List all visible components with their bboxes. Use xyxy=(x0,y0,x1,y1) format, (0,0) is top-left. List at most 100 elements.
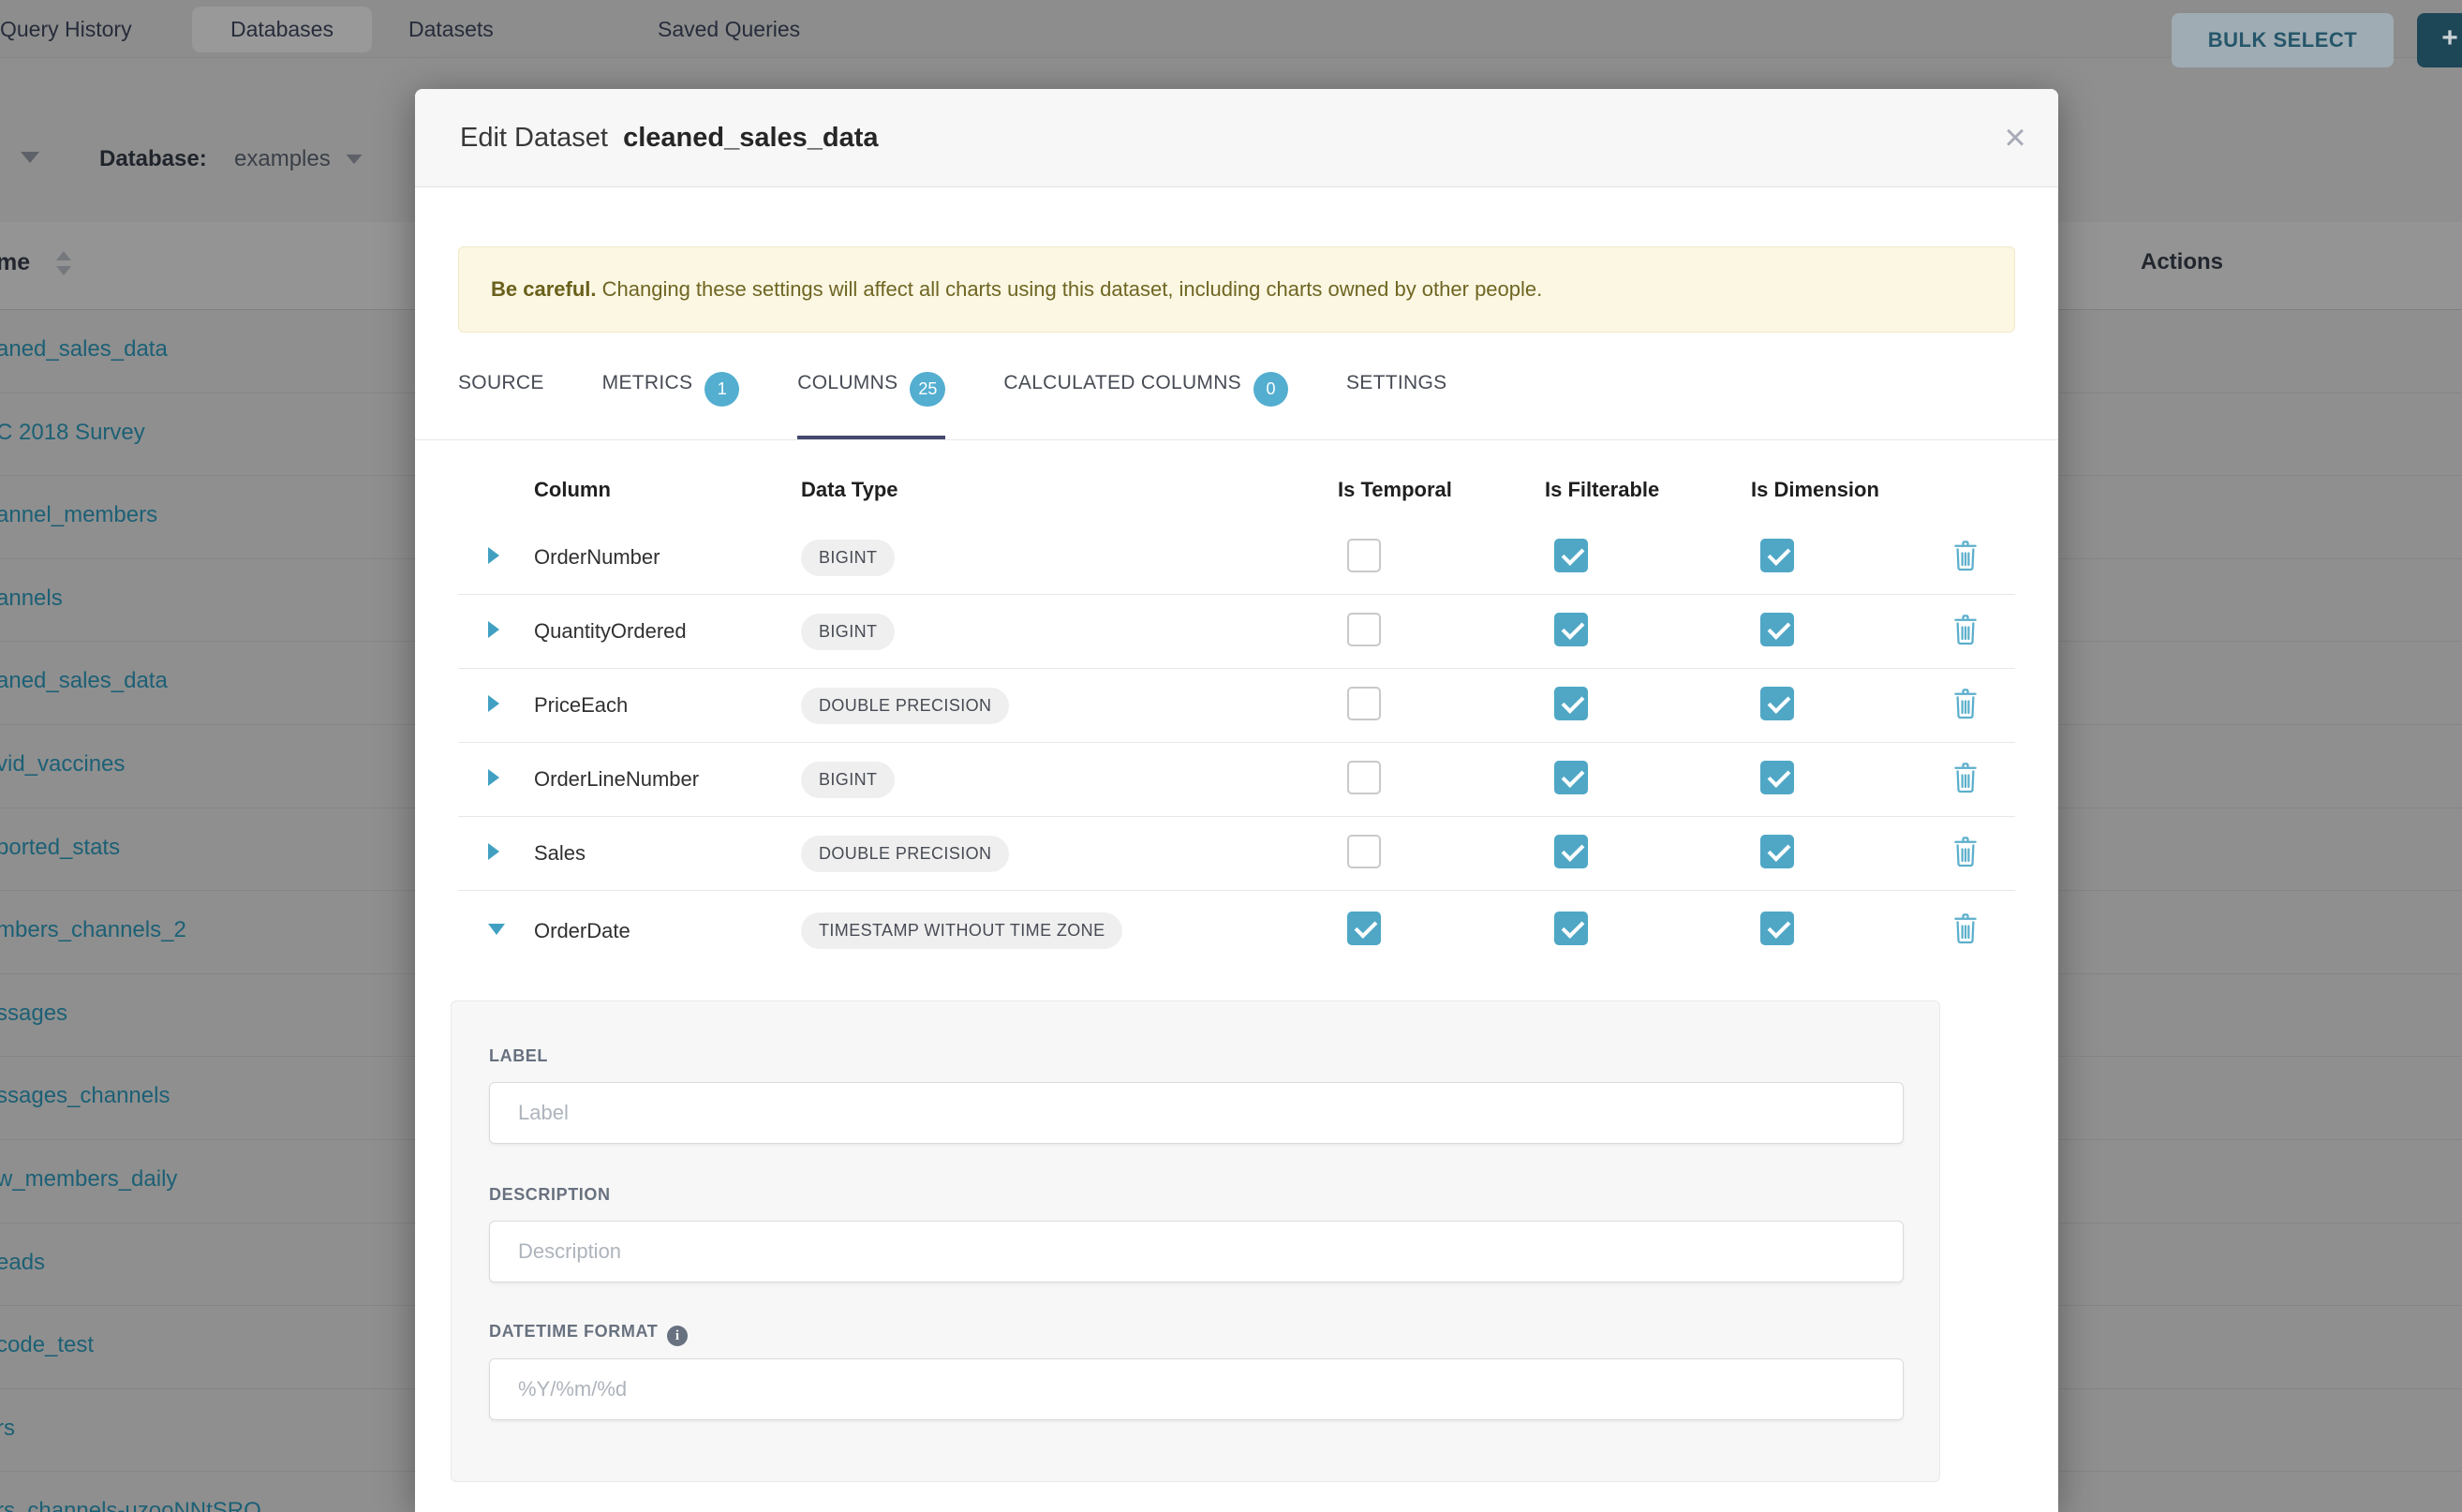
tab-count-badge: 25 xyxy=(910,372,945,407)
dataset-link[interactable]: aned_sales_data xyxy=(0,336,168,363)
expand-caret-icon[interactable] xyxy=(488,924,505,935)
data-type-cell: DOUBLE PRECISION xyxy=(801,688,1338,724)
dataset-link[interactable]: eads xyxy=(0,1250,45,1276)
dataset-link[interactable]: rs xyxy=(0,1416,15,1442)
expand-cell xyxy=(458,695,534,717)
is-temporal-cell xyxy=(1338,613,1545,651)
trash-icon[interactable] xyxy=(1951,688,1980,719)
nav-item[interactable]: Query History xyxy=(0,0,132,58)
modal-tabs: SOURCE METRICS 1 COLUMNS 25 CALCULATED C… xyxy=(458,356,1446,440)
is-temporal-checkbox[interactable] xyxy=(1347,539,1381,572)
trash-icon[interactable] xyxy=(1951,540,1980,571)
tab[interactable]: SOURCE xyxy=(458,356,544,440)
datetime-format-input[interactable] xyxy=(489,1358,1904,1420)
data-type-header: Data Type xyxy=(801,478,1338,502)
tab[interactable]: SETTINGS xyxy=(1346,356,1446,440)
is-temporal-checkbox[interactable] xyxy=(1347,613,1381,646)
is-temporal-checkbox[interactable] xyxy=(1347,761,1381,794)
dataset-link[interactable]: annel_members xyxy=(0,502,157,528)
nav-item-label: Datasets xyxy=(408,17,494,41)
dataset-link[interactable]: C 2018 Survey xyxy=(0,420,145,446)
dataset-link[interactable]: code_test xyxy=(0,1332,94,1358)
expand-cell xyxy=(458,547,534,569)
trash-icon[interactable] xyxy=(1951,836,1980,867)
dataset-link[interactable]: rs_channels-uzooNNtSRO xyxy=(0,1498,261,1512)
is-temporal-checkbox[interactable] xyxy=(1347,912,1381,945)
warning-banner: Be careful. Changing these settings will… xyxy=(458,246,2015,333)
table-row: OrderLineNumber BIGINT xyxy=(458,743,2015,817)
is-filterable-header: Is Filterable xyxy=(1545,478,1751,502)
expand-caret-icon[interactable] xyxy=(488,695,499,712)
trash-icon[interactable] xyxy=(1951,762,1980,793)
expand-cell xyxy=(458,769,534,791)
is-filterable-checkbox[interactable] xyxy=(1554,539,1588,572)
is-dimension-checkbox[interactable] xyxy=(1760,687,1794,720)
add-dataset-button[interactable]: + xyxy=(2417,13,2462,67)
tab[interactable]: COLUMNS 25 xyxy=(797,356,945,440)
close-icon[interactable]: × xyxy=(1993,116,2038,161)
is-dimension-checkbox[interactable] xyxy=(1760,613,1794,646)
expand-caret-icon[interactable] xyxy=(488,843,499,860)
dataset-link[interactable]: aned_sales_data xyxy=(0,668,168,694)
bulk-select-button[interactable]: BULK SELECT xyxy=(2172,13,2394,67)
data-type-cell: BIGINT xyxy=(801,762,1338,798)
data-type-cell: BIGINT xyxy=(801,614,1338,650)
nav-item[interactable]: Databases xyxy=(192,7,372,52)
column-name: QuantityOrdered xyxy=(534,619,801,644)
data-type-pill: BIGINT xyxy=(801,762,895,798)
expand-caret-icon[interactable] xyxy=(488,547,499,564)
trash-icon[interactable] xyxy=(1951,912,1980,944)
is-filterable-checkbox[interactable] xyxy=(1554,687,1588,720)
expand-caret-icon[interactable] xyxy=(488,769,499,786)
is-dimension-cell xyxy=(1751,761,1951,799)
is-filterable-cell xyxy=(1545,687,1751,725)
actions-column-header: Actions xyxy=(2141,249,2223,275)
is-filterable-checkbox[interactable] xyxy=(1554,761,1588,794)
top-nav: Databases Datasets Saved Queries Query H… xyxy=(0,0,2462,58)
expand-caret-icon[interactable] xyxy=(488,621,499,638)
label-input[interactable] xyxy=(489,1082,1904,1144)
tab[interactable]: CALCULATED COLUMNS 0 xyxy=(1003,356,1288,440)
nav-item[interactable]: Saved Queries xyxy=(658,0,800,58)
is-temporal-checkbox[interactable] xyxy=(1347,835,1381,868)
trash-icon[interactable] xyxy=(1951,614,1980,645)
nav-item-label: Saved Queries xyxy=(658,17,800,41)
modal-header: Edit Dataset cleaned_sales_data × xyxy=(415,89,2058,187)
is-filterable-checkbox[interactable] xyxy=(1554,835,1588,868)
is-filterable-checkbox[interactable] xyxy=(1554,912,1588,945)
chevron-down-icon[interactable] xyxy=(347,155,363,164)
is-temporal-checkbox[interactable] xyxy=(1347,687,1381,720)
tabs-divider xyxy=(415,439,2058,440)
edit-dataset-modal: Edit Dataset cleaned_sales_data × Be car… xyxy=(415,89,2058,1512)
is-dimension-checkbox[interactable] xyxy=(1760,912,1794,945)
sort-icon[interactable] xyxy=(56,251,71,275)
dataset-link[interactable]: mbers_channels_2 xyxy=(0,917,186,943)
database-filter-value[interactable]: examples xyxy=(234,146,331,172)
columns-table: OrderNumber BIGINT xyxy=(458,521,2015,971)
data-type-pill: BIGINT xyxy=(801,614,895,650)
chevron-down-icon[interactable] xyxy=(21,152,39,163)
expand-cell xyxy=(458,923,534,940)
tab[interactable]: METRICS 1 xyxy=(602,356,740,440)
is-dimension-checkbox[interactable] xyxy=(1760,835,1794,868)
dataset-link[interactable]: ported_stats xyxy=(0,835,120,861)
nav-item-label: Databases xyxy=(230,17,334,41)
dataset-link[interactable]: w_members_daily xyxy=(0,1166,177,1193)
column-detail-panel: LABEL DESCRIPTION DATETIME FORMATi xyxy=(451,1001,1940,1482)
is-dimension-checkbox[interactable] xyxy=(1760,761,1794,794)
column-name: Sales xyxy=(534,841,801,866)
tab-count-badge: 0 xyxy=(1253,372,1288,407)
dataset-link[interactable]: ssages xyxy=(0,1001,67,1027)
modal-title: Edit Dataset cleaned_sales_data xyxy=(460,89,879,187)
tab-label: SOURCE xyxy=(458,356,544,410)
is-dimension-checkbox[interactable] xyxy=(1760,539,1794,572)
dataset-link[interactable]: vid_vaccines xyxy=(0,751,125,778)
dataset-link[interactable]: annels xyxy=(0,586,63,612)
description-input[interactable] xyxy=(489,1221,1904,1282)
nav-item[interactable]: Datasets xyxy=(408,0,494,58)
is-filterable-checkbox[interactable] xyxy=(1554,613,1588,646)
is-filterable-cell xyxy=(1545,613,1751,651)
dataset-link[interactable]: ssages_channels xyxy=(0,1083,170,1109)
name-column-header[interactable]: me xyxy=(0,249,30,276)
nav-item-label: Query History xyxy=(0,17,132,41)
